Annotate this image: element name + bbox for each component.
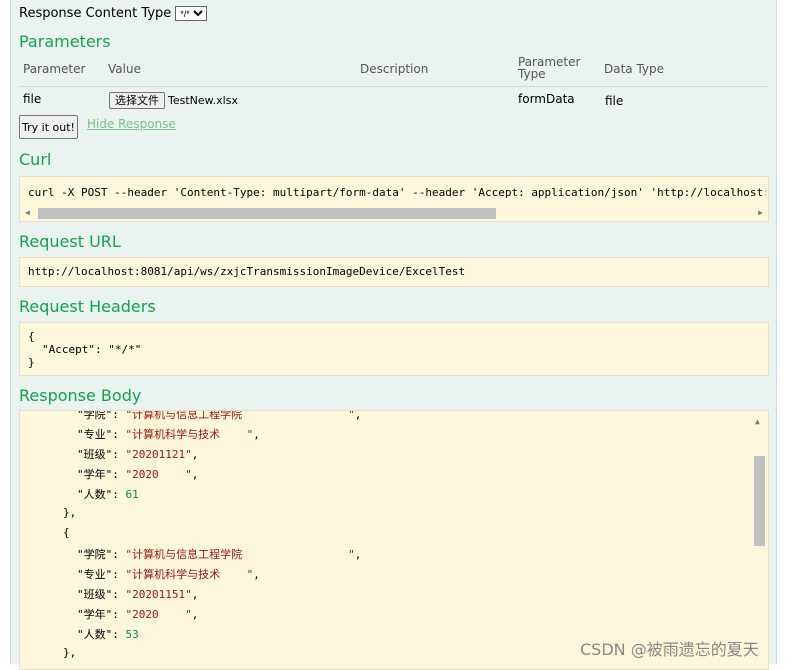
hide-response-link[interactable]: Hide Response [87,117,176,131]
col-data-type: Data Type [604,62,665,76]
response-line: "学院": "计算机与信息工程学院 ", [77,410,362,421]
response-line: "班级": "20201151", [77,588,199,601]
vertical-scroll-thumb[interactable] [754,456,765,546]
request-url-box: http://localhost:8081/api/ws/zxjcTransmi… [19,257,769,287]
watermark: CSDN @被雨遗忘的夏天 [580,640,759,659]
response-line: { [63,526,70,539]
vertical-scrollbar[interactable]: ▲ [752,413,766,669]
horizontal-scrollbar[interactable]: ◀ ▶ [22,207,766,219]
scroll-up-icon[interactable]: ▲ [755,417,760,426]
choose-file-button[interactable]: 选择文件 [109,92,165,109]
headers-open-brace: { [28,330,35,343]
headers-accept-line: "Accept": "*/*" [42,343,142,356]
col-value: Value [108,62,141,76]
response-line: "人数": 53 [77,628,139,641]
response-line: "学院": "计算机与信息工程学院 ", [77,548,362,561]
col-parameter-type: Parameter Type [518,55,581,81]
response-line: "班级": "20201121", [77,448,199,461]
curl-command: curl -X POST --header 'Content-Type: mul… [28,186,766,199]
table-divider [19,86,769,87]
col-description: Description [360,62,429,76]
response-line: "专业": "计算机科学与技术 ", [77,428,260,441]
curl-box: curl -X POST --header 'Content-Type: mul… [19,176,769,222]
curl-heading: Curl [19,150,52,169]
response-line: "学年": "2020 ", [77,468,199,481]
response-line: "专业": "计算机科学与技术 ", [77,568,260,581]
try-it-out-button[interactable]: Try it out! [19,115,78,139]
request-url-text: http://localhost:8081/api/ws/zxjcTransmi… [28,265,466,278]
request-url-heading: Request URL [19,232,121,251]
response-body-heading: Response Body [19,386,142,405]
scroll-right-icon[interactable]: ▶ [758,208,763,217]
response-content-type: Response Content Type */* [19,6,208,21]
param-data-type: file [605,94,624,108]
col-parameter: Parameter [23,62,86,76]
response-content-type-select[interactable]: */* [175,6,208,21]
horizontal-scroll-thumb[interactable] [38,208,496,219]
response-line: "人数": 61 [77,488,139,501]
headers-close-brace: } [28,356,35,369]
selected-file-name: TestNew.xlsx [168,94,238,107]
request-headers-heading: Request Headers [19,297,156,316]
scroll-left-icon[interactable]: ◀ [25,208,30,217]
response-line: }, [63,646,77,659]
request-headers-box: { "Accept": "*/*" } [19,322,769,376]
response-line: }, [63,506,77,519]
response-content-type-label: Response Content Type [19,6,172,21]
response-line: "学年": "2020 ", [77,608,199,621]
param-type: formData [518,92,575,106]
response-body-box: ▲ "学院": "计算机与信息工程学院 ", "专业": "计算机科学与技术 ",… [19,410,769,670]
param-name: file [23,92,42,106]
parameters-heading: Parameters [19,32,111,51]
